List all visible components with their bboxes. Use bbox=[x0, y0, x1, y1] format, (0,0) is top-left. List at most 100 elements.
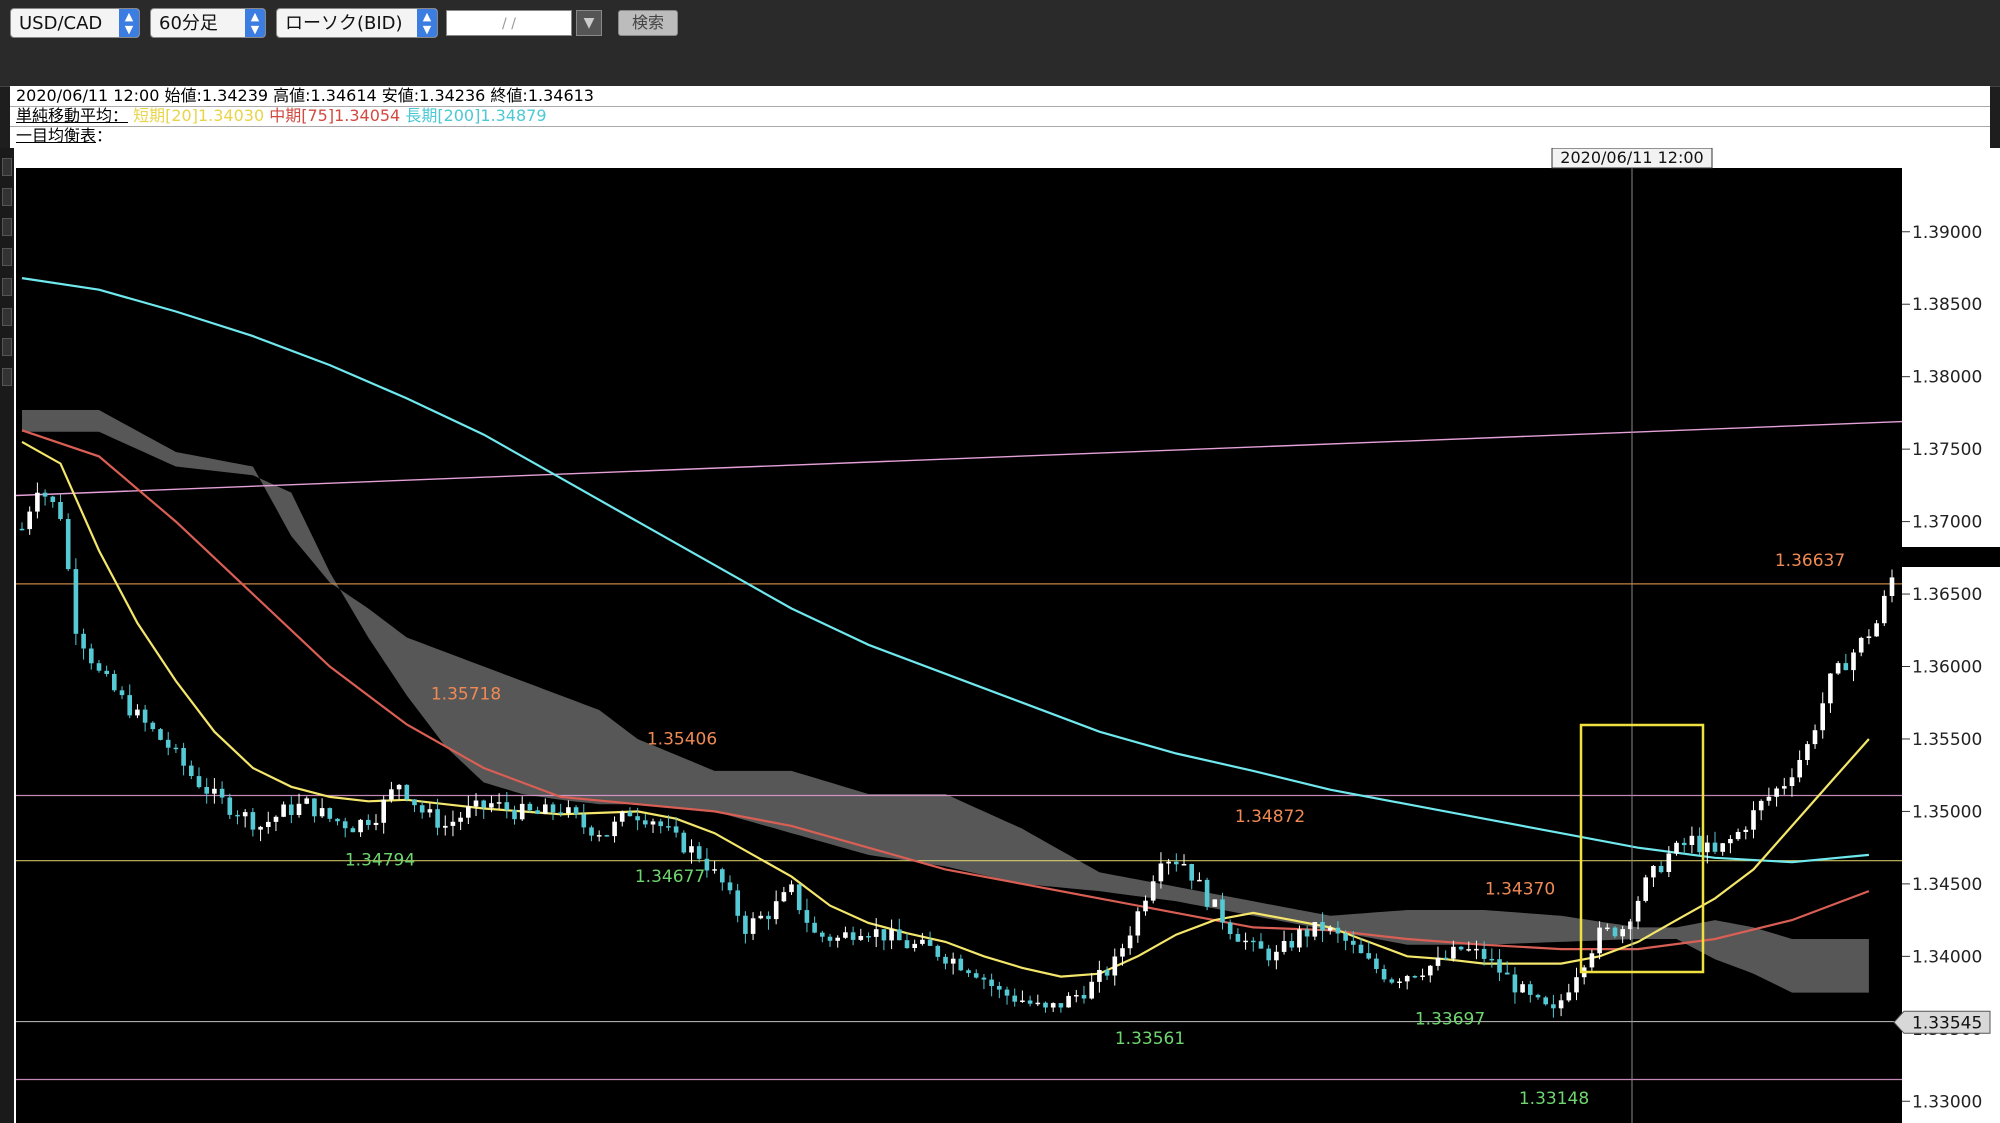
candle-body bbox=[1343, 933, 1348, 941]
price-tick-label: 1.37500 bbox=[1912, 440, 1982, 460]
candle-body bbox=[535, 810, 540, 814]
candle-body bbox=[1497, 959, 1502, 973]
candle-body bbox=[1204, 879, 1210, 907]
candle-body bbox=[258, 826, 263, 830]
candle-body bbox=[1397, 981, 1402, 983]
candle-body bbox=[1666, 853, 1672, 872]
search-button[interactable]: 検索 bbox=[618, 10, 678, 36]
timeframe-select[interactable]: 60分足 ▲ ▼ bbox=[150, 8, 266, 38]
candle-body bbox=[396, 784, 402, 790]
caret-down-icon: ▼ bbox=[583, 15, 595, 31]
candle-body bbox=[1135, 911, 1141, 936]
candle-body bbox=[820, 932, 825, 937]
candle-body bbox=[1766, 796, 1772, 801]
candle-body bbox=[1158, 863, 1164, 882]
candle-body bbox=[1435, 957, 1441, 966]
candle-body bbox=[1428, 965, 1433, 976]
price-tick-label: 1.35000 bbox=[1912, 802, 1982, 822]
candle-body bbox=[1889, 577, 1895, 596]
candle-body bbox=[273, 816, 279, 822]
candle-body bbox=[1358, 944, 1364, 954]
candle-body bbox=[443, 825, 448, 828]
candle-body bbox=[181, 748, 186, 766]
candle-body bbox=[1712, 842, 1718, 852]
symbol-select[interactable]: USD/CAD ▲ ▼ bbox=[10, 8, 140, 38]
candle-body bbox=[1481, 948, 1487, 959]
candle-body bbox=[1381, 969, 1387, 980]
candle-body bbox=[943, 956, 948, 964]
candle-body bbox=[1535, 994, 1541, 998]
candle-body bbox=[973, 973, 979, 978]
chart-app: USD/CAD ▲ ▼ 60分足 ▲ ▼ ローソク(BID) ▲ ▼ / / ▼ 検索… bbox=[0, 0, 2000, 1123]
candle-body bbox=[358, 819, 363, 833]
candle-body bbox=[112, 674, 117, 691]
candle-body bbox=[281, 804, 286, 817]
candle-body bbox=[1366, 953, 1371, 959]
candle-body bbox=[589, 827, 594, 836]
candle-body bbox=[381, 799, 386, 823]
low-price-label: 1.33697 bbox=[1415, 1009, 1485, 1029]
candle-body bbox=[1674, 842, 1679, 854]
candle-body bbox=[19, 528, 25, 531]
candle-body bbox=[119, 690, 125, 696]
candle-body bbox=[1504, 972, 1510, 975]
price-axis-marker bbox=[1902, 547, 2000, 567]
candle-body bbox=[704, 858, 710, 871]
candle-body bbox=[581, 814, 587, 828]
candle-body bbox=[1689, 835, 1695, 845]
price-tick-label: 1.34500 bbox=[1912, 875, 1982, 895]
candle-body bbox=[812, 922, 817, 933]
chart-type-select[interactable]: ローソク(BID) ▲ ▼ bbox=[276, 8, 438, 38]
candle-body bbox=[658, 821, 663, 827]
candle-body bbox=[866, 936, 871, 938]
high-price-label: 1.35718 bbox=[431, 684, 501, 704]
candle-body bbox=[296, 803, 302, 815]
ichimoku-label: 一目均衡表 bbox=[16, 126, 97, 145]
candle-body bbox=[1351, 940, 1356, 945]
date-input[interactable]: / / bbox=[446, 10, 572, 36]
candle-body bbox=[1027, 1000, 1033, 1004]
candle-body bbox=[1412, 976, 1418, 978]
candle-body bbox=[1035, 1002, 1041, 1005]
ohlc-info-panel: 2020/06/11 12:00 始値:1.34239 高値:1.34614 安… bbox=[10, 86, 1990, 148]
chevron-updown-icon: ▲▼ bbox=[245, 9, 265, 37]
candle-body bbox=[781, 892, 787, 902]
candle-body bbox=[350, 828, 356, 833]
candle-body bbox=[1289, 941, 1295, 948]
symbol-select-value: USD/CAD bbox=[19, 13, 103, 34]
candle-body bbox=[1528, 984, 1533, 995]
candle-body bbox=[1797, 760, 1802, 778]
candle-body bbox=[1882, 595, 1887, 624]
high-price-label: 1.36637 bbox=[1775, 551, 1845, 571]
candle-body bbox=[1658, 866, 1664, 873]
candle-body bbox=[666, 826, 671, 828]
date-dropdown-button[interactable]: ▼ bbox=[576, 10, 602, 36]
candle-body bbox=[1789, 777, 1795, 786]
candle-body bbox=[1697, 835, 1702, 853]
candle-body bbox=[289, 804, 294, 815]
candle-body bbox=[1866, 636, 1872, 638]
candle-body bbox=[1828, 673, 1833, 704]
candle-body bbox=[1774, 788, 1779, 797]
candle-body bbox=[1643, 877, 1648, 901]
candle-body bbox=[342, 821, 348, 829]
chart-type-select-value: ローソク(BID) bbox=[285, 13, 403, 34]
candle-body bbox=[1451, 946, 1456, 959]
candle-body bbox=[1197, 879, 1202, 882]
candle-body bbox=[966, 970, 971, 974]
candle-body bbox=[927, 939, 933, 946]
candle-body bbox=[1227, 922, 1233, 934]
candle-body bbox=[73, 569, 79, 634]
candle-body bbox=[1004, 989, 1010, 996]
candle-body bbox=[804, 910, 810, 923]
price-chart[interactable]: 1.35718 1.35406 1.34872 1.34370 1.36637 1.347… bbox=[0, 148, 2000, 1123]
sma-label: 単純移動平均： bbox=[16, 106, 129, 125]
candle-body bbox=[1751, 810, 1756, 830]
candle-body bbox=[189, 765, 194, 776]
candle-body bbox=[1258, 941, 1264, 949]
candle-body bbox=[27, 511, 32, 530]
price-tick-label: 1.37000 bbox=[1912, 513, 1982, 533]
candle-body bbox=[1020, 1000, 1025, 1002]
candle-body bbox=[1758, 800, 1764, 811]
candle-body bbox=[1728, 839, 1733, 844]
